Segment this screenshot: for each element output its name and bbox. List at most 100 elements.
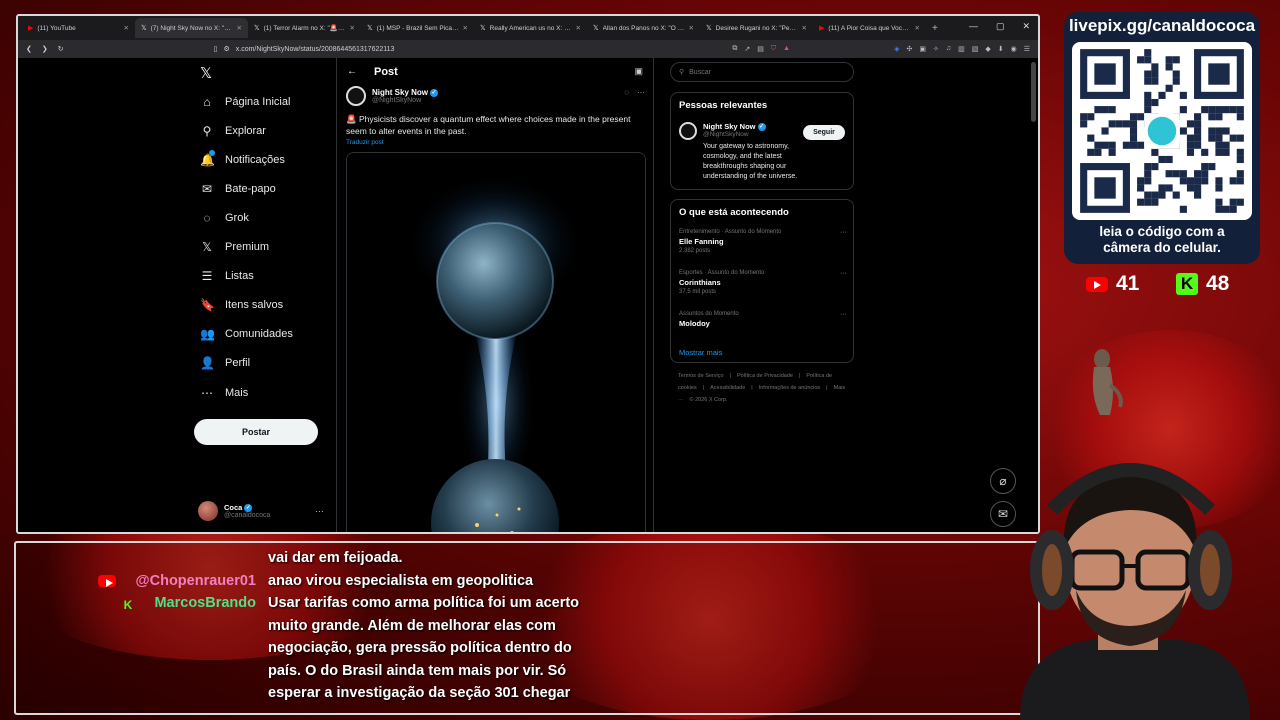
avatar[interactable]: [346, 86, 366, 106]
author-handle[interactable]: @NightSkyNow: [372, 97, 438, 104]
trend-item[interactable]: Esportes · Assunto do Momento Corinthians…: [679, 270, 847, 295]
translate-link[interactable]: Traduzir post: [346, 139, 384, 146]
translate-icon[interactable]: ⧉: [732, 45, 737, 53]
tab-close-icon[interactable]: ✕: [915, 24, 920, 32]
tab-title: (1) MSP - Brazil Sem Picanha no X: [376, 24, 459, 32]
nav-item[interactable]: 👥 Comunidades: [200, 327, 293, 341]
footer-link[interactable]: Política de Privacidade: [737, 373, 793, 379]
leo-icon[interactable]: ✧: [933, 45, 939, 53]
trend-item[interactable]: Entretenimento · Assunto do Momento Elle …: [679, 229, 847, 254]
download-icon[interactable]: ⬇: [998, 45, 1004, 53]
nav-item-label: Listas: [225, 270, 254, 282]
nav-item-label: Explorar: [225, 125, 266, 137]
tabs-icon[interactable]: ▤: [757, 45, 764, 53]
nav-item[interactable]: ◌ Grok: [200, 211, 249, 225]
tab-close-icon[interactable]: ✕: [689, 24, 694, 32]
scrollbar[interactable]: [1031, 62, 1036, 122]
chat-message-line: Usar tarifas como arma política foi um a…: [268, 595, 580, 611]
nav-item[interactable]: 🔖 Itens salvos: [200, 298, 283, 312]
post-button[interactable]: Postar: [194, 419, 318, 445]
nav-item[interactable]: ☰ Listas: [200, 269, 254, 283]
trend-item[interactable]: Assuntos do Momento Molodoy ···: [679, 311, 847, 330]
back-arrow-icon[interactable]: ❮: [26, 45, 32, 53]
tab-close-icon[interactable]: ✕: [237, 24, 242, 32]
url-text[interactable]: x.com/NightSkyNow/status/200864456131762…: [236, 46, 395, 53]
nav-item[interactable]: ✉ Bate-papo: [200, 182, 276, 196]
extension-icon[interactable]: ◈: [894, 45, 899, 53]
relevant-person[interactable]: Night Sky Now ✓ @NightSkyNow Your gateway…: [679, 122, 823, 182]
music-icon[interactable]: ♫: [946, 45, 951, 53]
maximize-icon[interactable]: ▢: [996, 21, 1005, 32]
vpn-icon[interactable]: ◆: [985, 45, 990, 53]
tab-close-icon[interactable]: ✕: [576, 24, 581, 32]
tab[interactable]: 𝕏Really American us no X: "BREAKING" ✕: [474, 18, 587, 38]
x-icon: 𝕏: [706, 25, 712, 32]
forward-arrow-icon[interactable]: ❯: [42, 45, 48, 53]
person-name[interactable]: Night Sky Now: [703, 122, 756, 131]
more-icon[interactable]: ···: [840, 229, 847, 236]
tab[interactable]: 𝕏(7) Night Sky Now no X: "🚨 Physicists d…: [135, 18, 248, 38]
rewards-icon[interactable]: ▲: [783, 45, 790, 53]
person-bio: Your gateway to astronomy, cosmology, an…: [703, 143, 798, 181]
more-icon[interactable]: ···: [315, 506, 324, 516]
footer-link[interactable]: Acessibilidade: [710, 385, 745, 391]
nav-item[interactable]: 𝕏 Premium: [200, 240, 269, 254]
reader-mode-icon[interactable]: ▣: [634, 66, 643, 77]
avatar[interactable]: [679, 122, 697, 140]
author-name[interactable]: Night Sky Now: [372, 88, 428, 97]
tab[interactable]: 𝕏(1) MSP - Brazil Sem Picanha no X ✕: [361, 18, 474, 38]
nav-item[interactable]: ⚲ Explorar: [200, 124, 266, 138]
grok-icon[interactable]: ◌: [624, 88, 629, 97]
footer-link: |: [702, 385, 705, 391]
account-name: Coca: [224, 502, 243, 512]
tab-close-icon[interactable]: ✕: [802, 24, 807, 32]
nav-item[interactable]: 🔔 Notificações: [200, 150, 285, 167]
chat-message-line: país. O do Brasil ainda tem mais por vir…: [268, 662, 567, 679]
footer-link[interactable]: © 2026 X Corp.: [690, 397, 728, 403]
nav-item-label: Itens salvos: [225, 299, 284, 311]
post-author[interactable]: Night Sky Now ✓ @NightSkyNow: [346, 86, 439, 106]
nav-item-label: Grok: [225, 212, 249, 224]
tab[interactable]: ▶(11) A Pior Coisa que Você Poderia Faze…: [813, 18, 926, 38]
more-icon[interactable]: ···: [840, 270, 847, 277]
nav-item[interactable]: ⋯ Mais: [200, 386, 248, 400]
tab[interactable]: 𝕏(1) Terror Alarm no X: "🚨 BREAKING" ✕: [248, 18, 361, 38]
tab-close-icon[interactable]: ✕: [463, 24, 468, 32]
account-switcher[interactable]: Coca ✓ @canaldococa ···: [198, 501, 324, 521]
more-icon[interactable]: ···: [840, 311, 847, 318]
close-icon[interactable]: ✕: [1022, 21, 1030, 32]
tab-close-icon[interactable]: ✕: [350, 24, 355, 32]
follow-button[interactable]: Seguir: [803, 125, 845, 140]
tab[interactable]: 𝕏Desiree Rugani no X: "Pego de surpresa"…: [700, 18, 813, 38]
figurine-icon: [1092, 349, 1123, 415]
bookmark-icon[interactable]: ▯: [214, 45, 218, 53]
tab[interactable]: 𝕏Allan dos Panos no X: "O Mantega" ✕: [587, 18, 700, 38]
search-input[interactable]: ⚲ Buscar: [670, 62, 854, 82]
more-icon[interactable]: ···: [637, 88, 645, 97]
tab[interactable]: ▶ (11) YouTube ✕: [22, 18, 135, 38]
nav-item[interactable]: 👤 Perfil: [200, 356, 250, 370]
qr-caption: leia o código com a câmera do celular.: [1064, 224, 1260, 256]
reader-icon[interactable]: ▧: [972, 45, 979, 53]
search-icon: ⚲: [679, 69, 685, 76]
sidebar-icon[interactable]: ▥: [958, 45, 965, 53]
nav-item[interactable]: ⌂ Página Inicial: [200, 95, 290, 109]
brave-shield-icon[interactable]: ⛉: [771, 45, 776, 53]
x-logo-icon[interactable]: 𝕏: [200, 64, 212, 82]
share-icon[interactable]: ↗: [744, 45, 750, 53]
back-arrow-icon[interactable]: ←: [347, 66, 357, 77]
site-info-icon[interactable]: ⚙: [223, 45, 229, 53]
new-tab-icon[interactable]: +: [932, 23, 938, 34]
kick-icon: K: [1176, 273, 1198, 295]
tab-close-icon[interactable]: ✕: [124, 24, 129, 32]
post-image[interactable]: [346, 152, 646, 532]
puzzle-icon[interactable]: ✣: [906, 45, 912, 53]
menu-icon[interactable]: ☰: [1024, 45, 1030, 53]
show-more-link[interactable]: Mostrar mais: [679, 348, 722, 357]
minimize-icon[interactable]: —: [969, 21, 978, 32]
profile-icon[interactable]: ◉: [1011, 45, 1017, 53]
footer-link[interactable]: Termos de Serviço: [678, 373, 724, 379]
footer-link[interactable]: Informações de anúncios: [759, 385, 820, 391]
wallet-icon[interactable]: ▣: [919, 45, 926, 53]
reload-icon[interactable]: ↻: [58, 45, 64, 53]
